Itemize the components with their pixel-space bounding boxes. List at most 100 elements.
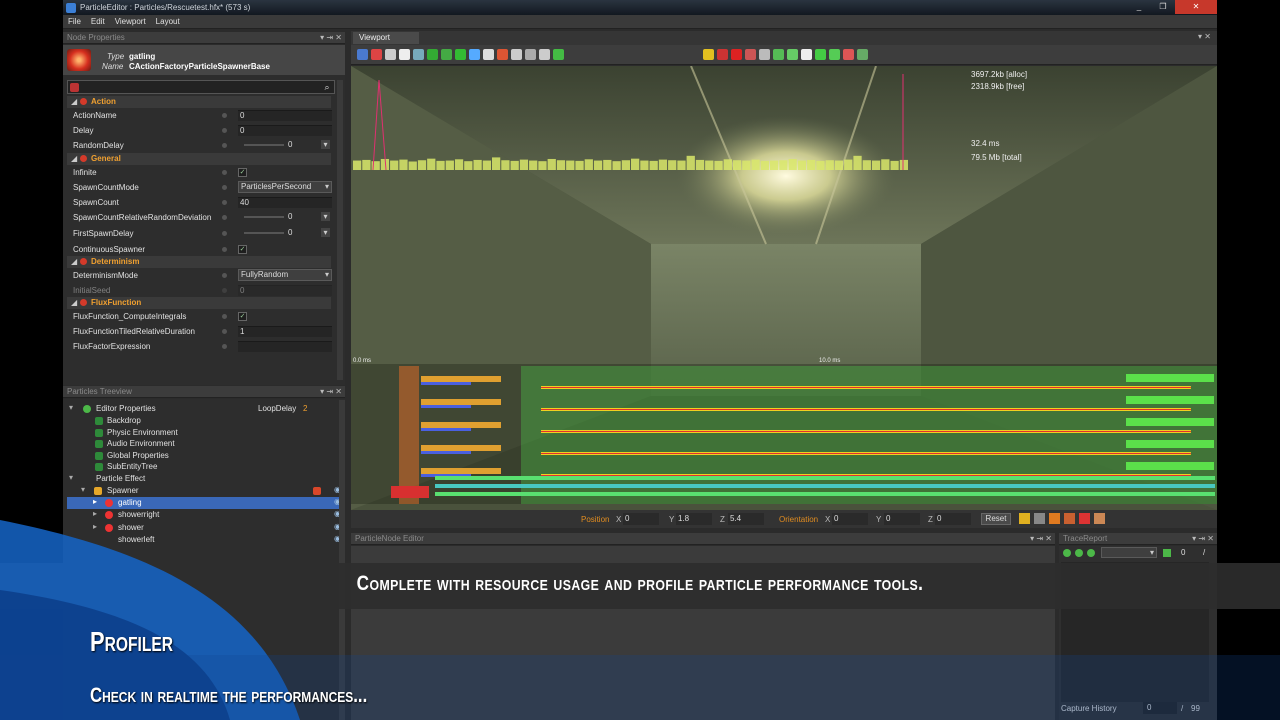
prop-value-field[interactable] bbox=[238, 341, 332, 352]
infinite-checkbox[interactable]: ✓ bbox=[238, 168, 247, 177]
spinner-arrow-icon[interactable]: ▾ bbox=[321, 140, 330, 149]
shield-icon[interactable] bbox=[469, 49, 480, 60]
node-properties-panel-buttons[interactable]: ▾ ⇥ ✕ bbox=[320, 32, 342, 44]
reset-dot-icon[interactable] bbox=[222, 185, 227, 190]
audio-icon[interactable] bbox=[539, 49, 550, 60]
determinism-mode-select[interactable]: FullyRandom ▾ bbox=[238, 269, 332, 281]
tree-label: Global Properties bbox=[107, 451, 169, 460]
tab-viewport[interactable]: Viewport bbox=[353, 32, 419, 44]
alert-icon[interactable] bbox=[745, 49, 756, 60]
undo-icon[interactable] bbox=[371, 49, 382, 60]
redo-icon[interactable] bbox=[385, 49, 396, 60]
expand-arrow-icon[interactable]: ▾ bbox=[69, 403, 73, 412]
reset-dot-icon[interactable] bbox=[222, 215, 227, 220]
prop-value-field[interactable]: 40 bbox=[238, 197, 332, 208]
reset-dot-icon[interactable] bbox=[222, 143, 227, 148]
reset-dot-icon[interactable] bbox=[222, 128, 227, 133]
minimize-button[interactable]: _ bbox=[1127, 0, 1151, 14]
frame-bar bbox=[658, 159, 668, 170]
reset-dot-icon[interactable] bbox=[222, 273, 227, 278]
prop-label: FluxFunctionTiledRelativeDuration bbox=[73, 327, 195, 336]
refresh-icon[interactable] bbox=[829, 49, 840, 60]
hand-icon[interactable] bbox=[525, 49, 536, 60]
leaf-icon[interactable] bbox=[773, 49, 784, 60]
infinity-icon[interactable] bbox=[483, 49, 494, 60]
spinner-value[interactable]: 0 bbox=[288, 139, 318, 151]
random-delay-spinner[interactable]: 0 ▾ bbox=[238, 139, 332, 151]
spawn-count-mode-select[interactable]: ParticlesPerSecond ▾ bbox=[238, 181, 332, 193]
flux-compute-checkbox[interactable]: ✓ bbox=[238, 312, 247, 321]
list-icon[interactable] bbox=[843, 49, 854, 60]
chat-icon[interactable] bbox=[801, 49, 812, 60]
reset-dot-icon[interactable] bbox=[222, 314, 227, 319]
image-icon[interactable] bbox=[553, 49, 564, 60]
continuous-spawner-checkbox[interactable]: ✓ bbox=[238, 245, 247, 254]
loop-delay-value[interactable]: 2 bbox=[303, 404, 307, 413]
reset-dot-icon[interactable] bbox=[222, 344, 227, 349]
magnifier-icon[interactable]: ⌕ bbox=[321, 81, 333, 93]
tree-item-backdrop[interactable]: Backdrop bbox=[67, 415, 343, 427]
palette-icon[interactable] bbox=[815, 49, 826, 60]
reset-dot-icon[interactable] bbox=[222, 170, 227, 175]
particles-icon[interactable] bbox=[787, 49, 798, 60]
spinner-arrow-icon[interactable]: ▾ bbox=[321, 212, 330, 221]
reset-dot-icon[interactable] bbox=[222, 200, 227, 205]
slider-track[interactable] bbox=[244, 144, 284, 146]
save-icon[interactable] bbox=[357, 49, 368, 60]
properties-scrollbar[interactable] bbox=[337, 80, 343, 380]
viewport-3d-scene[interactable]: 3697.2kb [alloc] 2318.9kb [free] 32.4 ms… bbox=[351, 66, 1217, 510]
reset-dot-icon[interactable] bbox=[222, 247, 227, 252]
menu-file[interactable]: File bbox=[63, 17, 86, 26]
menu-viewport[interactable]: Viewport bbox=[110, 17, 151, 26]
category-label: Determinism bbox=[91, 257, 140, 266]
radiation-icon[interactable] bbox=[703, 49, 714, 60]
reset-dot-icon[interactable] bbox=[222, 329, 227, 334]
category-general[interactable]: ◢ General bbox=[67, 153, 331, 165]
close-button[interactable]: ✕ bbox=[1175, 0, 1217, 14]
tree-item-audio-environment[interactable]: Audio Environment bbox=[67, 438, 343, 450]
spinner-value[interactable]: 0 bbox=[288, 211, 318, 223]
category-flux-function[interactable]: ◢ FluxFunction bbox=[67, 297, 331, 309]
collapse-arrow-icon[interactable]: ◢ bbox=[71, 154, 77, 163]
step-icon[interactable] bbox=[441, 49, 452, 60]
prop-value-field[interactable]: 0 bbox=[238, 125, 332, 136]
cursor-icon[interactable] bbox=[511, 49, 522, 60]
slider-track[interactable] bbox=[244, 216, 284, 218]
spinner-arrow-icon[interactable]: ▾ bbox=[321, 228, 330, 237]
frame-bar bbox=[612, 161, 621, 170]
menu-edit[interactable]: Edit bbox=[86, 17, 110, 26]
camera-icon[interactable] bbox=[399, 49, 410, 60]
menu-layout[interactable]: Layout bbox=[151, 17, 185, 26]
wireframe-icon[interactable] bbox=[759, 49, 770, 60]
reset-dot-icon[interactable] bbox=[222, 231, 227, 236]
collapse-arrow-icon[interactable]: ◢ bbox=[71, 97, 77, 106]
category-action[interactable]: ◢ Action bbox=[67, 96, 331, 108]
cycle-icon[interactable] bbox=[857, 49, 868, 60]
frame-bar bbox=[899, 159, 908, 170]
viewport-tab-buttons[interactable]: ▾ ✕ bbox=[1198, 32, 1211, 41]
profile-task-bar-blue bbox=[421, 451, 471, 454]
prop-value-field[interactable]: 1 bbox=[238, 326, 332, 337]
prop-spawn-count-mode: SpawnCountMode ParticlesPerSecond ▾ bbox=[67, 180, 332, 195]
frame-bar bbox=[353, 160, 362, 170]
warning-icon[interactable] bbox=[717, 49, 728, 60]
category-determinism[interactable]: ◢ Determinism bbox=[67, 256, 331, 268]
loop-icon[interactable] bbox=[455, 49, 466, 60]
maximize-button[interactable]: ❐ bbox=[1151, 0, 1175, 14]
play-icon[interactable] bbox=[427, 49, 438, 60]
spinner-value[interactable]: 0 bbox=[288, 227, 318, 239]
treeview-panel-buttons[interactable]: ▾ ⇥ ✕ bbox=[320, 386, 342, 398]
grid-icon[interactable] bbox=[413, 49, 424, 60]
collapse-arrow-icon[interactable]: ◢ bbox=[71, 257, 77, 266]
collapse-arrow-icon[interactable]: ◢ bbox=[71, 298, 77, 307]
tree-item-editor-properties[interactable]: ▾ Editor Properties LoopDelay 2 bbox=[67, 403, 343, 415]
rrd-spinner[interactable]: 0 ▾ bbox=[238, 211, 332, 223]
prop-value-field[interactable]: 0 bbox=[238, 110, 332, 121]
first-spawn-delay-spinner[interactable]: 0 ▾ bbox=[238, 227, 332, 239]
reset-dot-icon[interactable] bbox=[222, 113, 227, 118]
record-icon[interactable] bbox=[731, 49, 742, 60]
prop-flux-tiled: FluxFunctionTiledRelativeDuration 1 bbox=[67, 324, 332, 339]
stop-icon[interactable] bbox=[497, 49, 508, 60]
property-search-input[interactable]: ⌕ bbox=[67, 80, 335, 94]
slider-track[interactable] bbox=[244, 232, 284, 234]
